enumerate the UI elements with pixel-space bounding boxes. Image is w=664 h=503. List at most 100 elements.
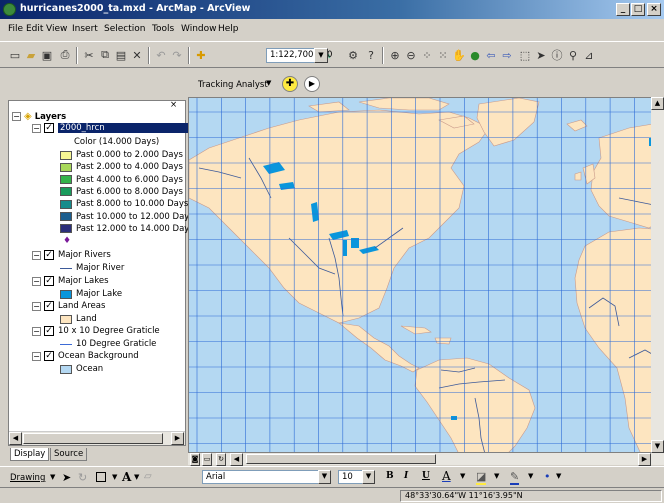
menu-view[interactable]: View: [46, 24, 67, 34]
font-color-dropdown-icon[interactable]: ▼: [460, 472, 465, 480]
callout-icon[interactable]: ▱: [144, 471, 152, 482]
layer-checkbox[interactable]: ✓: [44, 351, 54, 361]
fill-color-dropdown-icon[interactable]: ▼: [494, 472, 499, 480]
bold-button[interactable]: B: [386, 471, 394, 481]
menu-selection[interactable]: Selection: [104, 24, 145, 34]
layer-major-rivers[interactable]: − ✓ Major Rivers: [32, 250, 111, 260]
refresh-icon[interactable]: ↻: [216, 453, 226, 466]
data-view-icon[interactable]: ◙: [190, 453, 200, 466]
drawing-menu[interactable]: Drawing: [10, 473, 45, 483]
collapse-icon[interactable]: −: [32, 123, 41, 133]
scroll-left-icon[interactable]: ◀: [9, 432, 22, 445]
fill-color-icon[interactable]: ◪: [476, 470, 487, 485]
fixed-zoom-in-icon[interactable]: ⁘: [420, 48, 434, 62]
tab-display[interactable]: Display: [10, 448, 50, 461]
shape-dropdown-icon[interactable]: ▼: [112, 473, 117, 481]
menu-help[interactable]: Help: [218, 24, 239, 34]
back-extent-icon[interactable]: ⇦: [484, 48, 498, 62]
layer-major-lakes[interactable]: − ✓ Major Lakes: [32, 276, 109, 286]
add-data-icon[interactable]: ✚: [194, 48, 208, 62]
scale-dropdown-icon[interactable]: ▼: [314, 48, 328, 63]
menu-window[interactable]: Window: [181, 24, 217, 34]
measure-icon[interactable]: ⊿: [582, 48, 596, 62]
line-color-icon[interactable]: ✎: [510, 470, 520, 485]
layer-land-areas[interactable]: − ✓ Land Areas: [32, 301, 105, 311]
layer-graticule[interactable]: − ✓ 10 x 10 Degree Graticle: [32, 326, 160, 336]
font-dropdown-icon[interactable]: ▼: [318, 470, 331, 484]
save-icon[interactable]: ▣: [40, 48, 54, 62]
new-text-icon[interactable]: A: [122, 470, 131, 484]
font-select[interactable]: Arial: [202, 470, 330, 484]
map-display[interactable]: [188, 97, 664, 453]
add-temporal-data-icon[interactable]: ✚: [282, 76, 298, 92]
menu-file[interactable]: File: [8, 24, 23, 34]
marker-color-icon[interactable]: •: [544, 470, 551, 483]
select-elements-icon[interactable]: ➤: [62, 471, 71, 484]
tracking-analyst-menu[interactable]: Tracking Analyst: [198, 80, 268, 90]
cut-icon[interactable]: ✂: [82, 48, 96, 62]
paste-icon[interactable]: ▤: [114, 48, 128, 62]
marker-color-dropdown-icon[interactable]: ▼: [556, 472, 561, 480]
zoom-out-icon[interactable]: ⊖: [404, 48, 418, 62]
menu-edit[interactable]: Edit: [26, 24, 43, 34]
tracking-dropdown-icon[interactable]: ▼: [266, 79, 271, 87]
find-icon[interactable]: ⚲: [566, 48, 580, 62]
full-extent-icon[interactable]: ●: [468, 48, 482, 62]
delete-icon[interactable]: ✕: [130, 48, 144, 62]
playback-manager-icon[interactable]: ▶: [304, 76, 320, 92]
rectangle-icon[interactable]: [96, 472, 106, 482]
print-icon[interactable]: ⎙: [58, 48, 72, 62]
line-color-dropdown-icon[interactable]: ▼: [528, 472, 533, 480]
scroll-up-icon[interactable]: ▲: [651, 97, 664, 110]
pan-icon[interactable]: ✋: [452, 48, 466, 62]
new-icon[interactable]: ▭: [8, 48, 22, 62]
italic-button[interactable]: I: [404, 471, 408, 481]
maximize-button[interactable]: □: [631, 3, 645, 16]
map-horizontal-scrollbar[interactable]: ◙ ▭ ↻ ◀ ▶: [188, 453, 664, 466]
layer-checkbox[interactable]: ✓: [44, 276, 54, 286]
underline-button[interactable]: U: [422, 471, 430, 481]
layer-checkbox[interactable]: ✓: [44, 301, 54, 311]
toc-horizontal-scrollbar[interactable]: ◀ ▶: [9, 431, 185, 445]
menu-insert[interactable]: Insert: [72, 24, 98, 34]
tab-source[interactable]: Source: [50, 448, 88, 461]
forward-extent-icon[interactable]: ⇨: [500, 48, 514, 62]
scroll-left-icon[interactable]: ◀: [230, 453, 243, 466]
open-icon[interactable]: ▰: [24, 48, 38, 62]
rotate-icon[interactable]: ↻: [78, 471, 87, 484]
layer-2000-hrcn[interactable]: − ✓ 2000_hrcn: [32, 123, 196, 133]
redo-icon[interactable]: ↷: [170, 48, 184, 62]
drawing-dropdown-icon[interactable]: ▼: [50, 473, 55, 481]
scroll-thumb[interactable]: [246, 454, 436, 464]
copy-icon[interactable]: ⧉: [98, 48, 112, 62]
scroll-thumb[interactable]: [23, 433, 163, 444]
arctoolbox-icon[interactable]: ⚙: [346, 48, 360, 62]
select-features-icon[interactable]: ⬚: [518, 48, 532, 62]
layer-checkbox[interactable]: ✓: [44, 326, 54, 336]
toc-close-icon[interactable]: ×: [170, 100, 177, 110]
text-dropdown-icon[interactable]: ▼: [134, 473, 139, 481]
layout-view-icon[interactable]: ▭: [202, 453, 212, 466]
layer-checkbox[interactable]: ✓: [44, 123, 54, 133]
collapse-icon[interactable]: −: [12, 112, 21, 121]
select-elements-icon[interactable]: ➤: [534, 48, 548, 62]
map-vertical-scrollbar[interactable]: ▲ ▼: [651, 97, 664, 453]
scroll-right-icon[interactable]: ▶: [171, 432, 184, 445]
size-dropdown-icon[interactable]: ▼: [362, 470, 375, 484]
fixed-zoom-out-icon[interactable]: ⁙: [436, 48, 450, 62]
layer-checkbox[interactable]: ✓: [44, 250, 54, 260]
map-canvas[interactable]: [189, 98, 664, 453]
toc-root[interactable]: − ◈ Layers: [12, 111, 66, 122]
font-color-button[interactable]: A: [442, 469, 451, 483]
whats-this-icon[interactable]: ?: [364, 48, 378, 62]
undo-icon[interactable]: ↶: [154, 48, 168, 62]
identify-icon[interactable]: ⓘ: [550, 48, 564, 62]
close-button[interactable]: ×: [647, 3, 661, 16]
scroll-right-icon[interactable]: ▶: [638, 453, 651, 466]
zoom-in-icon[interactable]: ⊕: [388, 48, 402, 62]
minimize-button[interactable]: _: [616, 3, 630, 16]
layer-ocean-background[interactable]: − ✓ Ocean Background: [32, 351, 139, 361]
scroll-down-icon[interactable]: ▼: [651, 440, 664, 453]
menu-tools[interactable]: Tools: [152, 24, 174, 34]
legend-item: Ocean: [60, 364, 103, 374]
